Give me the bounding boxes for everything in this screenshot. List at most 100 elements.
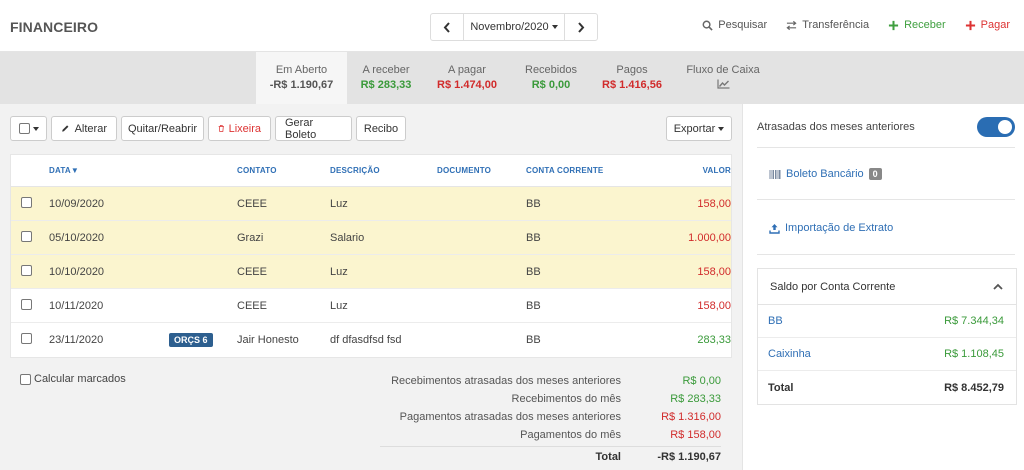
summary-row: Recebimentos atrasadas dos meses anterio… [380, 372, 721, 390]
totals-summary: Recebimentos atrasadas dos meses anterio… [380, 372, 721, 466]
tab-em-aberto[interactable]: Em Aberto -R$ 1.190,67 [256, 52, 347, 104]
search-label: Pesquisar [718, 19, 768, 31]
overdue-toggle-label: Atrasadas dos meses anteriores [757, 121, 915, 133]
row-account: BB [526, 197, 541, 210]
select-all-checkbox[interactable] [18, 123, 30, 134]
row-value: 158,00 [697, 265, 731, 278]
account-balance-row: BB R$ 7.344,34 [758, 305, 1016, 338]
tab-fluxo-de-caixa[interactable]: Fluxo de Caixa [671, 52, 775, 104]
row-contact: CEEE [237, 299, 267, 312]
overdue-toggle[interactable] [977, 117, 1015, 137]
edit-button[interactable]: Alterar [51, 116, 117, 141]
account-balance-row: Caixinha R$ 1.108,45 [758, 338, 1016, 371]
column-value-header[interactable]: VALOR [646, 166, 731, 175]
table-row[interactable]: 10/09/2020 CEEE Luz BB 158,00 [11, 187, 731, 221]
summary-value: R$ 1.316,00 [661, 411, 721, 423]
table-row[interactable]: 10/10/2020 CEEE Luz BB 158,00 [11, 255, 731, 289]
row-checkbox[interactable] [21, 230, 32, 242]
column-contact-header[interactable]: CONTATO [237, 166, 330, 175]
tab-value: R$ 0,00 [531, 79, 571, 91]
caret-down-icon [551, 25, 558, 29]
pay-button[interactable]: Pagar [965, 19, 1010, 31]
summary-label: Pagamentos do mês [520, 429, 621, 441]
row-account: BB [526, 334, 541, 346]
account-balance-header[interactable]: Saldo por Conta Corrente [758, 269, 1016, 305]
generate-boleto-button[interactable]: Gerar Boleto [275, 116, 352, 141]
calculate-marked[interactable]: Calcular marcados [20, 373, 126, 385]
divider [757, 147, 1015, 148]
row-value: 158,00 [697, 197, 731, 210]
account-name-link[interactable]: BB [768, 315, 783, 327]
transactions-table: DATA▼ CONTATO DESCRIÇÃO DOCUMENTO CONTA … [10, 154, 732, 358]
calculate-marked-checkbox[interactable] [20, 373, 31, 385]
table-header: DATA▼ CONTATO DESCRIÇÃO DOCUMENTO CONTA … [11, 155, 731, 187]
export-label: Exportar [673, 122, 716, 135]
summary-label: Recebimentos do mês [511, 393, 621, 405]
upload-icon [769, 223, 780, 234]
budget-badge[interactable]: ORÇS 6 [169, 333, 213, 347]
row-checkbox[interactable] [21, 264, 32, 276]
trash-icon [218, 125, 224, 132]
pencil-icon [62, 125, 69, 132]
row-account: BB [526, 299, 541, 312]
tab-label: Recebidos [525, 64, 577, 76]
row-description: Luz [330, 265, 348, 278]
row-value: 283,33 [697, 334, 731, 346]
trash-button[interactable]: Lixeira [208, 116, 271, 141]
tab-value: R$ 283,33 [360, 79, 412, 91]
column-date-header[interactable]: DATA▼ [49, 166, 169, 175]
account-balance-value: R$ 1.108,45 [944, 348, 1004, 360]
row-date: 10/10/2020 [49, 265, 105, 278]
column-description-header[interactable]: DESCRIÇÃO [330, 166, 437, 175]
receive-button[interactable]: Receber [888, 19, 946, 31]
previous-month-button[interactable] [431, 14, 463, 40]
summary-label: Pagamentos atrasadas dos meses anteriore… [399, 411, 621, 423]
export-dropdown[interactable]: Exportar [666, 116, 732, 141]
tab-value: -R$ 1.190,67 [269, 79, 334, 91]
settle-label: Quitar/Reabrir [127, 122, 198, 135]
row-checkbox[interactable] [21, 298, 32, 310]
transfer-label: Transferência [802, 19, 870, 31]
table-row[interactable]: 10/11/2020 CEEE Luz BB 158,00 [11, 289, 731, 323]
row-account: BB [526, 231, 541, 244]
row-checkbox[interactable] [21, 196, 32, 208]
account-name-link[interactable]: Caixinha [768, 348, 811, 360]
edit-label: Alterar [74, 122, 107, 135]
boleto-bancario-link[interactable]: Boleto Bancário 0 [769, 168, 882, 180]
overdue-toggle-row: Atrasadas dos meses anteriores [757, 116, 1015, 138]
receipt-button[interactable]: Recibo [356, 116, 406, 141]
row-description: df dfasdfsd fsd [330, 334, 402, 346]
summary-label: Recebimentos atrasadas dos meses anterio… [391, 375, 621, 387]
row-checkbox[interactable] [21, 333, 32, 344]
tab-recebidos[interactable]: Recebidos R$ 0,00 [509, 52, 593, 104]
transfer-button[interactable]: Transferência [786, 19, 869, 31]
table-row[interactable]: 05/10/2020 Grazi Salario BB 1.000,00 [11, 221, 731, 255]
column-account-header[interactable]: CONTA CORRENTE [526, 166, 646, 175]
tab-a-receber[interactable]: A receber R$ 283,33 [347, 52, 425, 104]
right-sidebar: Atrasadas dos meses anteriores Boleto Ba… [742, 104, 1024, 470]
row-value: 1.000,00 [688, 231, 731, 244]
account-balance-total-value: R$ 8.452,79 [944, 381, 1004, 394]
generate-boleto-label: Gerar Boleto [285, 116, 317, 141]
caret-down-icon [32, 126, 39, 131]
tab-a-pagar[interactable]: A pagar R$ 1.474,00 [425, 52, 509, 104]
account-balance-title: Saldo por Conta Corrente [770, 280, 896, 293]
plus-icon [965, 20, 975, 30]
page-title: FINANCEIRO [10, 19, 99, 35]
pay-label: Pagar [980, 19, 1010, 31]
search-button[interactable]: Pesquisar [702, 19, 767, 31]
tab-label: Em Aberto [275, 64, 328, 76]
tab-pagos[interactable]: Pagos R$ 1.416,56 [593, 52, 671, 104]
month-select[interactable]: Novembro/2020 [463, 14, 565, 40]
next-month-button[interactable] [565, 14, 597, 40]
import-statement-link[interactable]: Importação de Extrato [769, 222, 893, 234]
table-row[interactable]: 23/11/2020 ORÇS 6 Jair Honesto df dfasdf… [11, 323, 731, 357]
summary-value: R$ 283,33 [670, 393, 721, 405]
boleto-bancario-label: Boleto Bancário [786, 168, 864, 180]
chevron-right-icon [578, 21, 585, 33]
column-document-header[interactable]: DOCUMENTO [437, 166, 526, 175]
settle-button[interactable]: Quitar/Reabrir [121, 116, 204, 141]
select-all-dropdown[interactable] [10, 116, 47, 141]
month-label: Novembro/2020 [470, 21, 549, 33]
month-navigator: Novembro/2020 [430, 13, 598, 41]
